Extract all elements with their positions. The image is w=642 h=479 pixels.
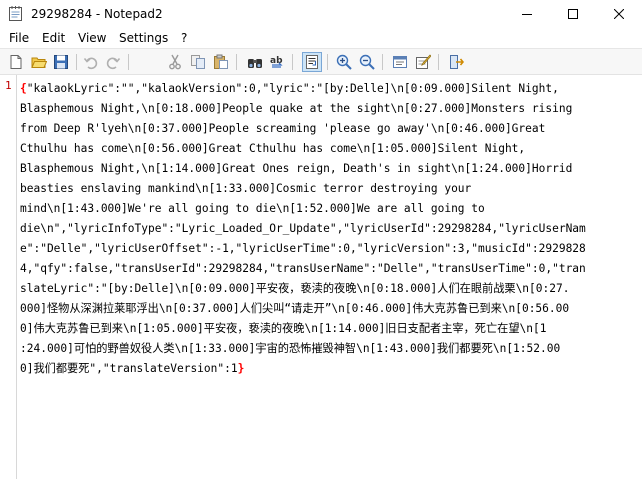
editor-text[interactable]: {"kalaokLyric":"","kalaokVersion":0,"lyr…: [20, 79, 636, 379]
new-file-button[interactable]: [6, 52, 26, 72]
text-line: mind\n[1:43.000]We're all going to die\n…: [20, 202, 485, 215]
text-line: e":"Delle","lyricUserOffset":-1,"lyricUs…: [20, 242, 586, 255]
redo-icon: [106, 57, 121, 70]
toolbar-separator: [438, 54, 439, 70]
undo-icon: [83, 57, 98, 70]
toolbar-separator: [382, 54, 383, 70]
word-wrap-button[interactable]: [302, 52, 322, 72]
text-line: Blasphemous Night,\n[1:14.000]Great Ones…: [20, 162, 573, 175]
word-wrap-icon: [306, 55, 318, 69]
text-line: from Deep R'lyeh\n[0:37.000]People screa…: [20, 122, 546, 135]
new-file-icon: [10, 55, 22, 69]
paste-button[interactable]: [211, 52, 231, 72]
find-button[interactable]: [245, 52, 265, 72]
open-file-icon: [31, 57, 47, 68]
menu-view[interactable]: View: [78, 30, 106, 46]
save-icon: [54, 55, 68, 69]
scheme-icon: [393, 56, 407, 68]
gutter-divider: [16, 75, 17, 479]
text-line: 4,"qfy":false,"transUserId":29298284,"tr…: [20, 262, 586, 275]
paste-icon: [214, 54, 228, 69]
open-file-button[interactable]: [29, 52, 49, 72]
exit-button[interactable]: [446, 52, 466, 72]
zoom-in-button[interactable]: [334, 52, 354, 72]
copy-button[interactable]: [188, 52, 208, 72]
text-line: die\n","lyricInfoType":"Lyric_Loaded_Or_…: [20, 222, 586, 235]
maximize-button[interactable]: [550, 0, 596, 28]
toolbar-separator: [76, 54, 77, 70]
text-line: Blasphemous Night,\n[0:18.000]People qua…: [20, 102, 573, 115]
window-title: 29298284 - Notepad2: [31, 7, 163, 21]
customize-icon: [416, 54, 431, 69]
close-brace: }: [237, 362, 245, 375]
toolbar-separator: [327, 54, 328, 70]
text-line: Cthulhu has come\n[0:56.000]Great Cthulh…: [20, 142, 526, 155]
exit-icon: [450, 55, 464, 69]
customize-button[interactable]: [413, 52, 433, 72]
menu-edit[interactable]: Edit: [42, 30, 65, 46]
toolbar-separator: [236, 54, 237, 70]
close-button[interactable]: [596, 0, 642, 28]
menu-settings[interactable]: Settings: [119, 30, 168, 46]
open-brace: {: [20, 82, 27, 95]
text-line: slateLyric":"[by:Delle]\n[0:09.000]平安夜，亵…: [20, 282, 570, 295]
zoom-out-button[interactable]: [357, 52, 377, 72]
text-line: beasties enslaving mankind\n[1:33.000]Co…: [20, 182, 472, 195]
title-bar[interactable]: 29298284 - Notepad2: [0, 0, 642, 28]
line-number: 1: [5, 79, 12, 92]
toolbar-separator: [292, 54, 293, 70]
menu-help[interactable]: ?: [181, 30, 187, 46]
cut-icon: [169, 54, 181, 70]
undo-button[interactable]: [81, 52, 101, 72]
notepad-icon: [9, 6, 22, 21]
text-line: 0]我们都要死","translateVersion":1}: [20, 362, 245, 375]
text-editor[interactable]: 1 {"kalaokLyric":"","kalaokVersion":0,"l…: [0, 75, 642, 479]
zoom-in-icon: [336, 54, 352, 70]
text-line: 000]怪物从深渊拉莱耶浮出\n[0:37.000]人们尖叫“请走开”\n[0:…: [20, 302, 570, 315]
redo-button[interactable]: [103, 52, 123, 72]
replace-button[interactable]: ab: [267, 52, 287, 72]
menu-file[interactable]: File: [9, 30, 29, 46]
maximize-icon: [568, 9, 578, 19]
menu-bar: File Edit View Settings ?: [0, 28, 642, 48]
copy-icon: [191, 55, 205, 69]
line-number-gutter: 1: [0, 75, 16, 479]
close-icon: [614, 9, 624, 19]
minimize-button[interactable]: [504, 0, 550, 28]
toolbar-separator: [128, 54, 129, 70]
replace-icon: ab: [270, 56, 283, 68]
text-line: 0]伟大克苏鲁已到来\n[1:05.000]平安夜，亵渎的夜晚\n[1:14.0…: [20, 322, 547, 335]
save-button[interactable]: [51, 52, 71, 72]
cut-button[interactable]: [165, 52, 185, 72]
find-icon: [248, 59, 262, 68]
text-line: :24.000]可怕的野兽奴役人类\n[1:33.000]宇宙的恐怖摧毁神智\n…: [20, 342, 561, 355]
zoom-out-icon: [359, 54, 375, 70]
text-line: {"kalaokLyric":"","kalaokVersion":0,"lyr…: [20, 82, 559, 95]
minimize-icon: [522, 14, 532, 15]
scheme-button[interactable]: [390, 52, 410, 72]
toolbar: ab: [0, 48, 642, 75]
